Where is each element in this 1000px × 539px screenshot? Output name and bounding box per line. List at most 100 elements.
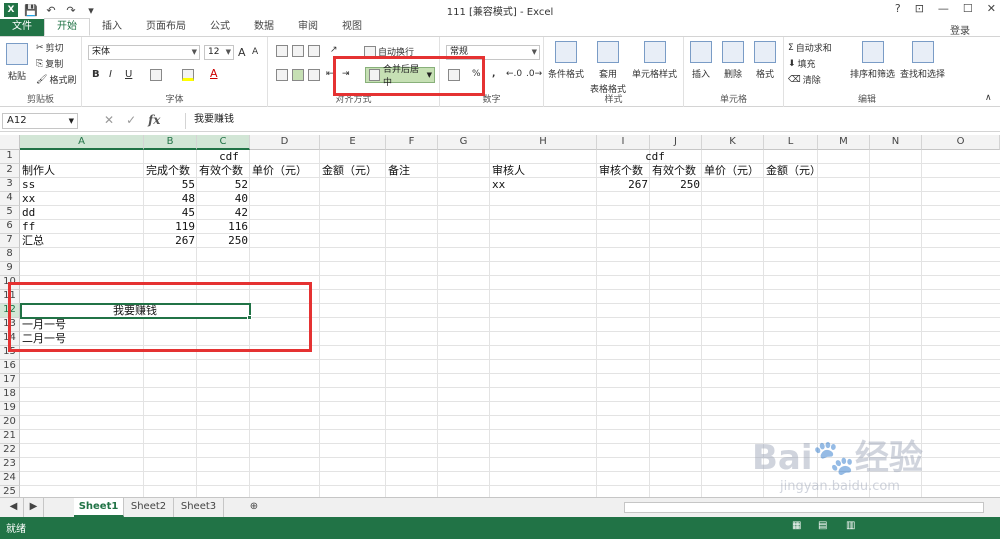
column-header-h[interactable]: H [490, 135, 597, 150]
clear-button[interactable]: ⌫ 清除 [788, 73, 821, 87]
data-cell[interactable]: 267 [599, 178, 648, 191]
scroll-left-icon[interactable]: ◀ [4, 498, 24, 517]
header-cell[interactable]: 单价（元） [704, 164, 762, 177]
select-all-corner[interactable] [0, 135, 20, 150]
maximize-icon[interactable]: ☐ [963, 2, 973, 15]
page-break-view-icon[interactable]: ▥ [846, 520, 855, 531]
column-header-n[interactable]: N [870, 135, 922, 150]
scroll-right-icon[interactable]: ▶ [24, 498, 44, 517]
column-header-a[interactable]: A [20, 135, 144, 150]
header-cell[interactable]: 完成个数 [146, 164, 195, 177]
add-sheet-icon[interactable]: ⊕ [242, 498, 266, 517]
sheet-tab-3[interactable]: Sheet3 [174, 498, 224, 517]
name-box[interactable]: A12 ▼ [2, 113, 78, 129]
ribbon-display-icon[interactable]: ⊡ [915, 2, 924, 15]
column-header-j[interactable]: J [650, 135, 702, 150]
normal-view-icon[interactable]: ▦ [792, 520, 801, 531]
row-header-9[interactable]: 9 [0, 262, 20, 276]
row-header-22[interactable]: 22 [0, 444, 20, 458]
orientation-button[interactable]: ↗ [330, 45, 338, 55]
copy-button[interactable]: ⎘ 复制 [36, 57, 63, 71]
tab-formulas[interactable]: 公式 [198, 19, 242, 36]
column-header-e[interactable]: E [320, 135, 386, 150]
row-header-16[interactable]: 16 [0, 360, 20, 374]
tab-review[interactable]: 审阅 [286, 19, 330, 36]
column-header-c[interactable]: C [197, 135, 250, 150]
data-cell[interactable]: 45 [146, 206, 195, 219]
tab-file[interactable]: 文件 [0, 19, 44, 36]
data-cell[interactable]: 汇总 [22, 234, 142, 247]
paste-button[interactable]: 粘贴 [6, 43, 28, 82]
column-header-l[interactable]: L [764, 135, 818, 150]
format-cells-button[interactable]: 格式 [754, 41, 776, 80]
cell-styles-button[interactable]: 单元格样式 [632, 41, 677, 80]
sort-filter-button[interactable]: 排序和筛选 [850, 41, 895, 80]
header-cell[interactable]: 制作人 [22, 164, 142, 177]
undo-icon[interactable]: ↶ [44, 3, 58, 17]
column-header-b[interactable]: B [144, 135, 197, 150]
row-header-18[interactable]: 18 [0, 388, 20, 402]
fill-color-button[interactable] [182, 69, 194, 81]
row-header-1[interactable]: 1 [0, 150, 20, 164]
row-header-5[interactable]: 5 [0, 206, 20, 220]
cut-button[interactable]: ✂ 剪切 [36, 41, 64, 55]
grow-font-button[interactable]: A [238, 46, 246, 59]
data-cell[interactable]: 55 [146, 178, 195, 191]
header-cell[interactable]: 单价（元） [252, 164, 318, 177]
row-header-7[interactable]: 7 [0, 234, 20, 248]
shrink-font-button[interactable]: A [252, 47, 258, 57]
conditional-format-button[interactable]: 条件格式 [548, 41, 584, 80]
data-cell[interactable]: 116 [199, 220, 248, 233]
decrease-decimal-button[interactable]: .0→ [526, 69, 542, 79]
column-header-i[interactable]: I [597, 135, 650, 150]
header-cell[interactable]: 金额（元） [322, 164, 384, 177]
italic-button[interactable]: I [109, 69, 112, 80]
align-top-button[interactable] [276, 45, 288, 57]
insert-function-icon[interactable]: fx [148, 113, 160, 127]
bold-button[interactable]: B [92, 69, 100, 80]
merged-title-left[interactable]: cdf [22, 150, 436, 163]
column-header-k[interactable]: K [702, 135, 764, 150]
sheet-tab-1[interactable]: Sheet1 [74, 498, 124, 517]
tab-home[interactable]: 开始 [44, 18, 90, 36]
border-button[interactable] [150, 69, 162, 81]
minimize-icon[interactable]: — [938, 2, 949, 15]
font-color-button[interactable]: A [210, 67, 218, 80]
header-cell[interactable]: 备注 [388, 164, 436, 177]
data-cell[interactable]: 52 [199, 178, 248, 191]
insert-cells-button[interactable]: 插入 [690, 41, 712, 80]
comma-button[interactable]: , [492, 69, 495, 79]
enter-icon[interactable]: ✓ [126, 113, 136, 127]
font-name-select[interactable]: 宋体 ▼ [88, 45, 200, 60]
column-header-m[interactable]: M [818, 135, 870, 150]
autosum-button[interactable]: Σ 自动求和 [788, 41, 832, 55]
find-select-button[interactable]: 查找和选择 [900, 41, 945, 80]
customize-toolbar-icon[interactable]: ▾ [84, 3, 98, 17]
row-header-25[interactable]: 25 [0, 486, 20, 497]
underline-button[interactable]: U [125, 69, 132, 80]
format-as-table-button[interactable]: 套用 表格格式 [590, 41, 626, 95]
column-header-f[interactable]: F [386, 135, 438, 150]
data-cell[interactable]: 40 [199, 192, 248, 205]
fill-button[interactable]: ⬇ 填充 [788, 57, 816, 71]
data-cell[interactable]: 48 [146, 192, 195, 205]
align-middle-button[interactable] [292, 45, 304, 57]
formula-input[interactable]: 我要赚钱 [185, 113, 980, 129]
column-header-g[interactable]: G [438, 135, 490, 150]
align-right-button[interactable] [308, 69, 320, 81]
data-cell[interactable]: ff [22, 220, 142, 233]
merged-title-right[interactable]: cdf [492, 150, 818, 163]
row-header-23[interactable]: 23 [0, 458, 20, 472]
row-header-20[interactable]: 20 [0, 416, 20, 430]
data-cell[interactable]: 250 [652, 178, 700, 191]
column-header-o[interactable]: O [922, 135, 1000, 150]
align-center-button[interactable] [292, 69, 304, 81]
header-cell[interactable]: 审核人 [492, 164, 595, 177]
tab-data[interactable]: 数据 [242, 19, 286, 36]
data-cell[interactable]: 267 [146, 234, 195, 247]
page-layout-view-icon[interactable]: ▤ [818, 520, 827, 531]
tab-insert[interactable]: 插入 [90, 19, 134, 36]
row-header-3[interactable]: 3 [0, 178, 20, 192]
data-cell[interactable]: ss [22, 178, 142, 191]
header-cell[interactable]: 金额（元） [766, 164, 821, 177]
